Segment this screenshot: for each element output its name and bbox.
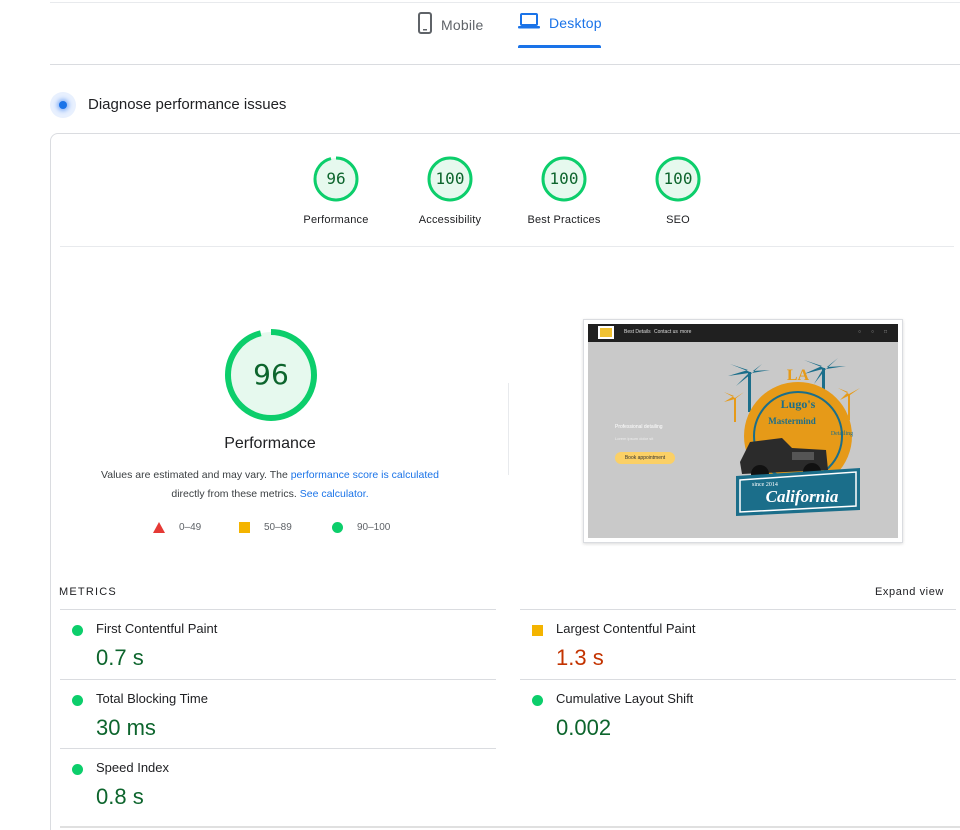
see-calculator-link[interactable]: See calculator.	[300, 488, 369, 500]
score-value: 96	[326, 169, 346, 188]
metrics-heading: METRICS	[59, 586, 117, 598]
metric-divider	[60, 609, 496, 610]
score-label: Accessibility	[418, 214, 482, 226]
metric-value: 1.3 s	[556, 645, 604, 670]
metric-value: 0.8 s	[96, 784, 144, 809]
thumbnail-logo-line: Mastermind	[768, 416, 816, 426]
thumbnail-nav-item: Contact us	[654, 329, 678, 335]
thumbnail-logo-top: LA	[787, 367, 810, 384]
fail-triangle-icon	[153, 522, 165, 533]
thumbnail-logo-name: Lugo's	[781, 397, 816, 411]
thumbnail-search-icon: ○	[858, 329, 862, 335]
expand-view-button[interactable]: Expand view	[875, 586, 944, 598]
metric-divider	[520, 609, 956, 610]
metric-name: Largest Contentful Paint	[556, 621, 696, 636]
metric-divider	[60, 679, 496, 680]
legend-fail-label: 0–49	[179, 522, 202, 533]
metric-name: Total Blocking Time	[96, 691, 208, 706]
score-value: 100	[435, 169, 465, 188]
diagnose-title: Diagnose performance issues	[88, 96, 287, 113]
score-ring: 100	[427, 156, 473, 202]
note-text-2: directly from these metrics.	[171, 488, 297, 500]
pass-circle-icon	[72, 625, 83, 636]
score-note: Values are estimated and may vary. The p…	[70, 466, 470, 504]
score-ring: 100	[541, 156, 587, 202]
average-square-icon	[239, 522, 250, 533]
legend-pass: 90–100	[332, 522, 390, 533]
score-gauge-performance[interactable]: 96 Performance	[276, 156, 396, 226]
metric-value: 0.7 s	[96, 645, 144, 670]
thumbnail-cta-button: Book appointment	[615, 452, 675, 464]
thumbnail-page: Best Details Contact us more ○ ○ □ Profe…	[588, 324, 898, 538]
score-value: 100	[549, 169, 579, 188]
tab-mobile[interactable]: Mobile	[418, 12, 483, 37]
active-tab-indicator	[518, 45, 601, 48]
thumbnail-nav-item: Best Details	[624, 329, 651, 335]
pass-circle-icon	[72, 695, 83, 706]
note-text-1: Values are estimated and may vary. The	[101, 469, 288, 481]
legend-fail: 0–49	[153, 522, 201, 533]
pass-circle-icon	[72, 764, 83, 775]
thumbnail-nav-item: more	[680, 329, 692, 335]
final-screenshot-thumbnail[interactable]: Best Details Contact us more ○ ○ □ Profe…	[583, 319, 903, 543]
score-label: SEO	[666, 214, 690, 226]
pass-circle-icon	[332, 522, 343, 533]
score-label: Performance	[303, 214, 369, 226]
tab-desktop-label: Desktop	[549, 14, 602, 31]
thumbnail-hero-sub: Lorem ipsum dolor sit	[615, 436, 654, 441]
score-label: Best Practices	[527, 214, 601, 226]
average-square-icon	[532, 625, 543, 636]
thumbnail-cart-icon: □	[884, 329, 888, 335]
performance-score-link[interactable]: performance score is calculated	[291, 469, 439, 481]
top-divider	[50, 2, 960, 3]
score-gauge-seo[interactable]: 100 SEO	[618, 156, 738, 226]
score-gauge-best-practices[interactable]: 100 Best Practices	[504, 156, 624, 226]
metric-name: Cumulative Layout Shift	[556, 691, 694, 706]
scores-divider	[60, 246, 954, 247]
metric-divider	[60, 748, 496, 749]
laptop-icon	[518, 12, 540, 33]
metric-divider	[520, 679, 956, 680]
metric-value: 0.002	[556, 715, 612, 740]
score-ring: 100	[655, 156, 701, 202]
score-gauge-accessibility[interactable]: 100 Accessibility	[390, 156, 510, 226]
legend-average: 50–89	[239, 522, 292, 533]
thumbnail-logo-state: California	[766, 487, 839, 506]
pass-circle-icon	[532, 695, 543, 706]
tab-desktop[interactable]: Desktop	[518, 12, 602, 33]
thumbnail-brand-logo: LA Lugo's Mastermind Detailing since 201…	[724, 358, 860, 516]
vertical-divider	[508, 383, 509, 475]
thumbnail-site-logo	[598, 326, 614, 339]
performance-label: Performance	[224, 435, 316, 452]
score-ring: 96	[313, 156, 359, 202]
thumbnail-hero-heading: Professional detailing	[615, 424, 663, 430]
metric-name: Speed Index	[96, 760, 170, 775]
metric-value: 30 ms	[96, 715, 156, 740]
bottom-divider	[60, 826, 960, 828]
tabs-divider	[50, 64, 960, 65]
legend-average-label: 50–89	[264, 522, 292, 533]
tab-mobile-label: Mobile	[441, 16, 484, 33]
legend-pass-label: 90–100	[357, 522, 391, 533]
mobile-phone-icon	[418, 12, 432, 37]
diagnose-status-icon	[50, 92, 76, 118]
performance-gauge: 96	[223, 327, 319, 423]
thumbnail-account-icon: ○	[871, 329, 875, 335]
performance-score: 96	[253, 358, 289, 391]
thumbnail-navbar: Best Details Contact us more ○ ○ □	[588, 324, 898, 342]
metric-name: First Contentful Paint	[96, 621, 218, 636]
score-value: 100	[663, 169, 693, 188]
thumbnail-logo-line2: Detailing	[831, 431, 853, 437]
